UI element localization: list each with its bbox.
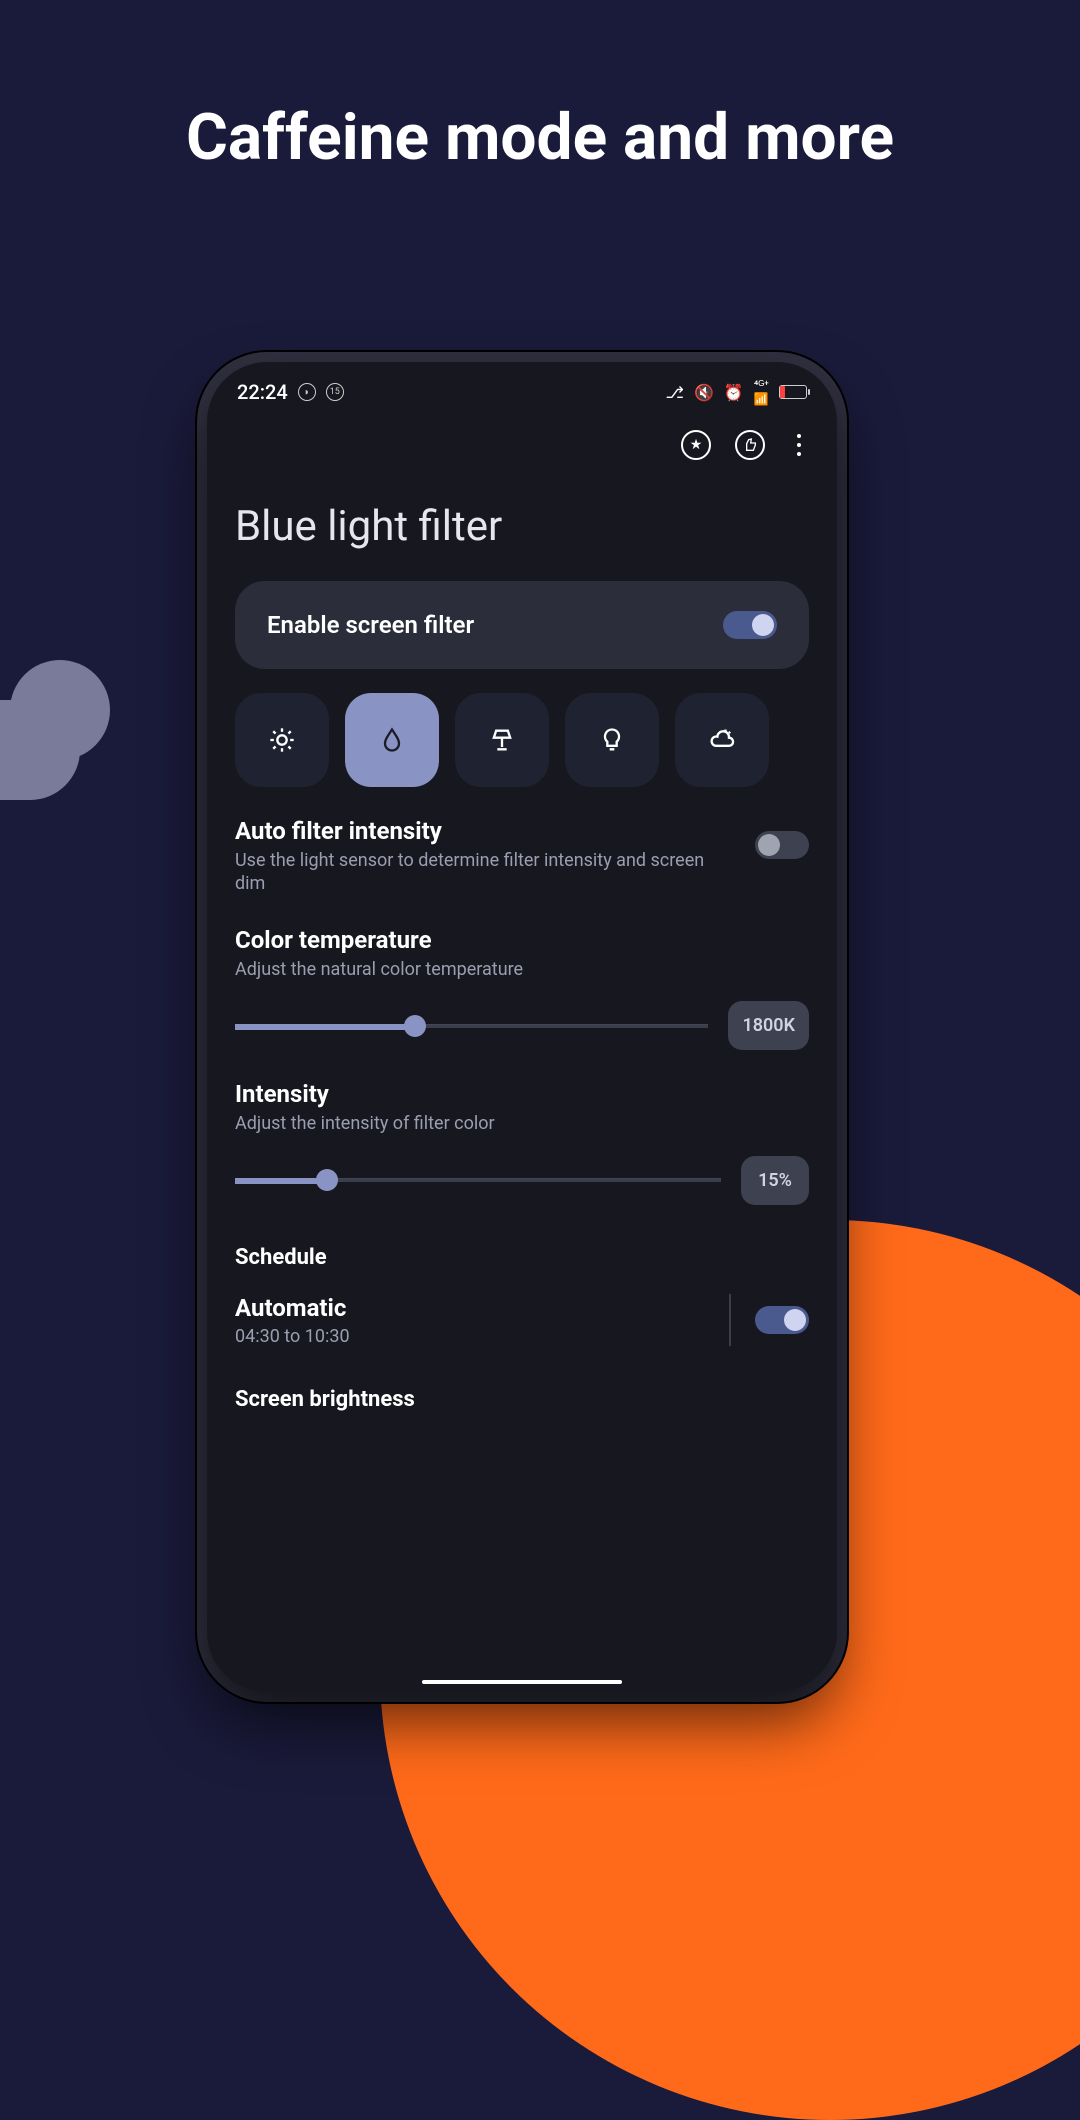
bluetooth-icon: ⎇ — [666, 383, 684, 402]
preset-row — [235, 693, 809, 787]
more-menu-icon[interactable] — [789, 434, 809, 456]
cloud-decoration — [0, 660, 140, 800]
intensity-title: Intensity — [235, 1080, 809, 1108]
app-bar: ★ — [207, 408, 837, 482]
automatic-subtitle: 04:30 to 10:30 — [235, 1326, 350, 1347]
content: Blue light filter Enable screen filter — [207, 502, 837, 1412]
dnd-icon: ◗ — [298, 383, 316, 401]
intensity-desc: Adjust the intensity of filter color — [235, 1112, 809, 1135]
intensity-value: 15% — [741, 1156, 809, 1205]
enable-filter-label: Enable screen filter — [267, 611, 474, 639]
headline: Caffeine mode and more — [186, 100, 894, 175]
color-temp-value: 1800K — [728, 1001, 809, 1050]
auto-intensity-title: Auto filter intensity — [235, 817, 735, 845]
auto-intensity-setting: Auto filter intensity Use the light sens… — [235, 817, 809, 896]
alarm-icon: ⏰ — [724, 383, 744, 402]
preset-drop[interactable] — [345, 693, 439, 787]
status-right: ⎇ 🔇 ⏰ ⁴ᴳ⁺📶 — [666, 378, 807, 406]
signal-icon: ⁴ᴳ⁺📶 — [754, 378, 769, 406]
schedule-header: Schedule — [235, 1245, 809, 1270]
preset-bulb[interactable] — [565, 693, 659, 787]
badge-icon: 15 — [326, 383, 344, 401]
color-temp-slider[interactable] — [235, 1011, 708, 1041]
automatic-row[interactable]: Automatic 04:30 to 10:30 — [235, 1294, 809, 1347]
enable-filter-card[interactable]: Enable screen filter — [235, 581, 809, 669]
status-bar: 22:24 ◗ 15 ⎇ 🔇 ⏰ ⁴ᴳ⁺📶 — [207, 362, 837, 408]
preset-sun[interactable] — [235, 693, 329, 787]
phone-frame: 22:24 ◗ 15 ⎇ 🔇 ⏰ ⁴ᴳ⁺📶 ★ Blue light filte… — [207, 362, 837, 1692]
status-left: 22:24 ◗ 15 — [237, 380, 344, 404]
auto-intensity-toggle[interactable] — [755, 831, 809, 859]
color-temp-desc: Adjust the natural color temperature — [235, 958, 809, 981]
vibrate-icon: 🔇 — [694, 383, 714, 402]
battery-icon — [779, 385, 807, 399]
automatic-toggle[interactable] — [755, 1306, 809, 1334]
status-time: 22:24 — [237, 380, 288, 404]
thumbs-up-icon[interactable] — [735, 430, 765, 460]
bookmark-star-icon[interactable]: ★ — [681, 430, 711, 460]
vertical-divider — [729, 1294, 731, 1346]
intensity-setting: Intensity Adjust the intensity of filter… — [235, 1080, 809, 1204]
auto-intensity-desc: Use the light sensor to determine filter… — [235, 849, 735, 896]
automatic-title: Automatic — [235, 1294, 350, 1322]
preset-lamp[interactable] — [455, 693, 549, 787]
color-temp-setting: Color temperature Adjust the natural col… — [235, 926, 809, 1050]
preset-cloud[interactable] — [675, 693, 769, 787]
brightness-header: Screen brightness — [235, 1387, 809, 1412]
color-temp-title: Color temperature — [235, 926, 809, 954]
enable-filter-toggle[interactable] — [723, 611, 777, 639]
intensity-slider[interactable] — [235, 1165, 721, 1195]
page-title: Blue light filter — [235, 502, 809, 551]
home-indicator[interactable] — [422, 1680, 622, 1684]
